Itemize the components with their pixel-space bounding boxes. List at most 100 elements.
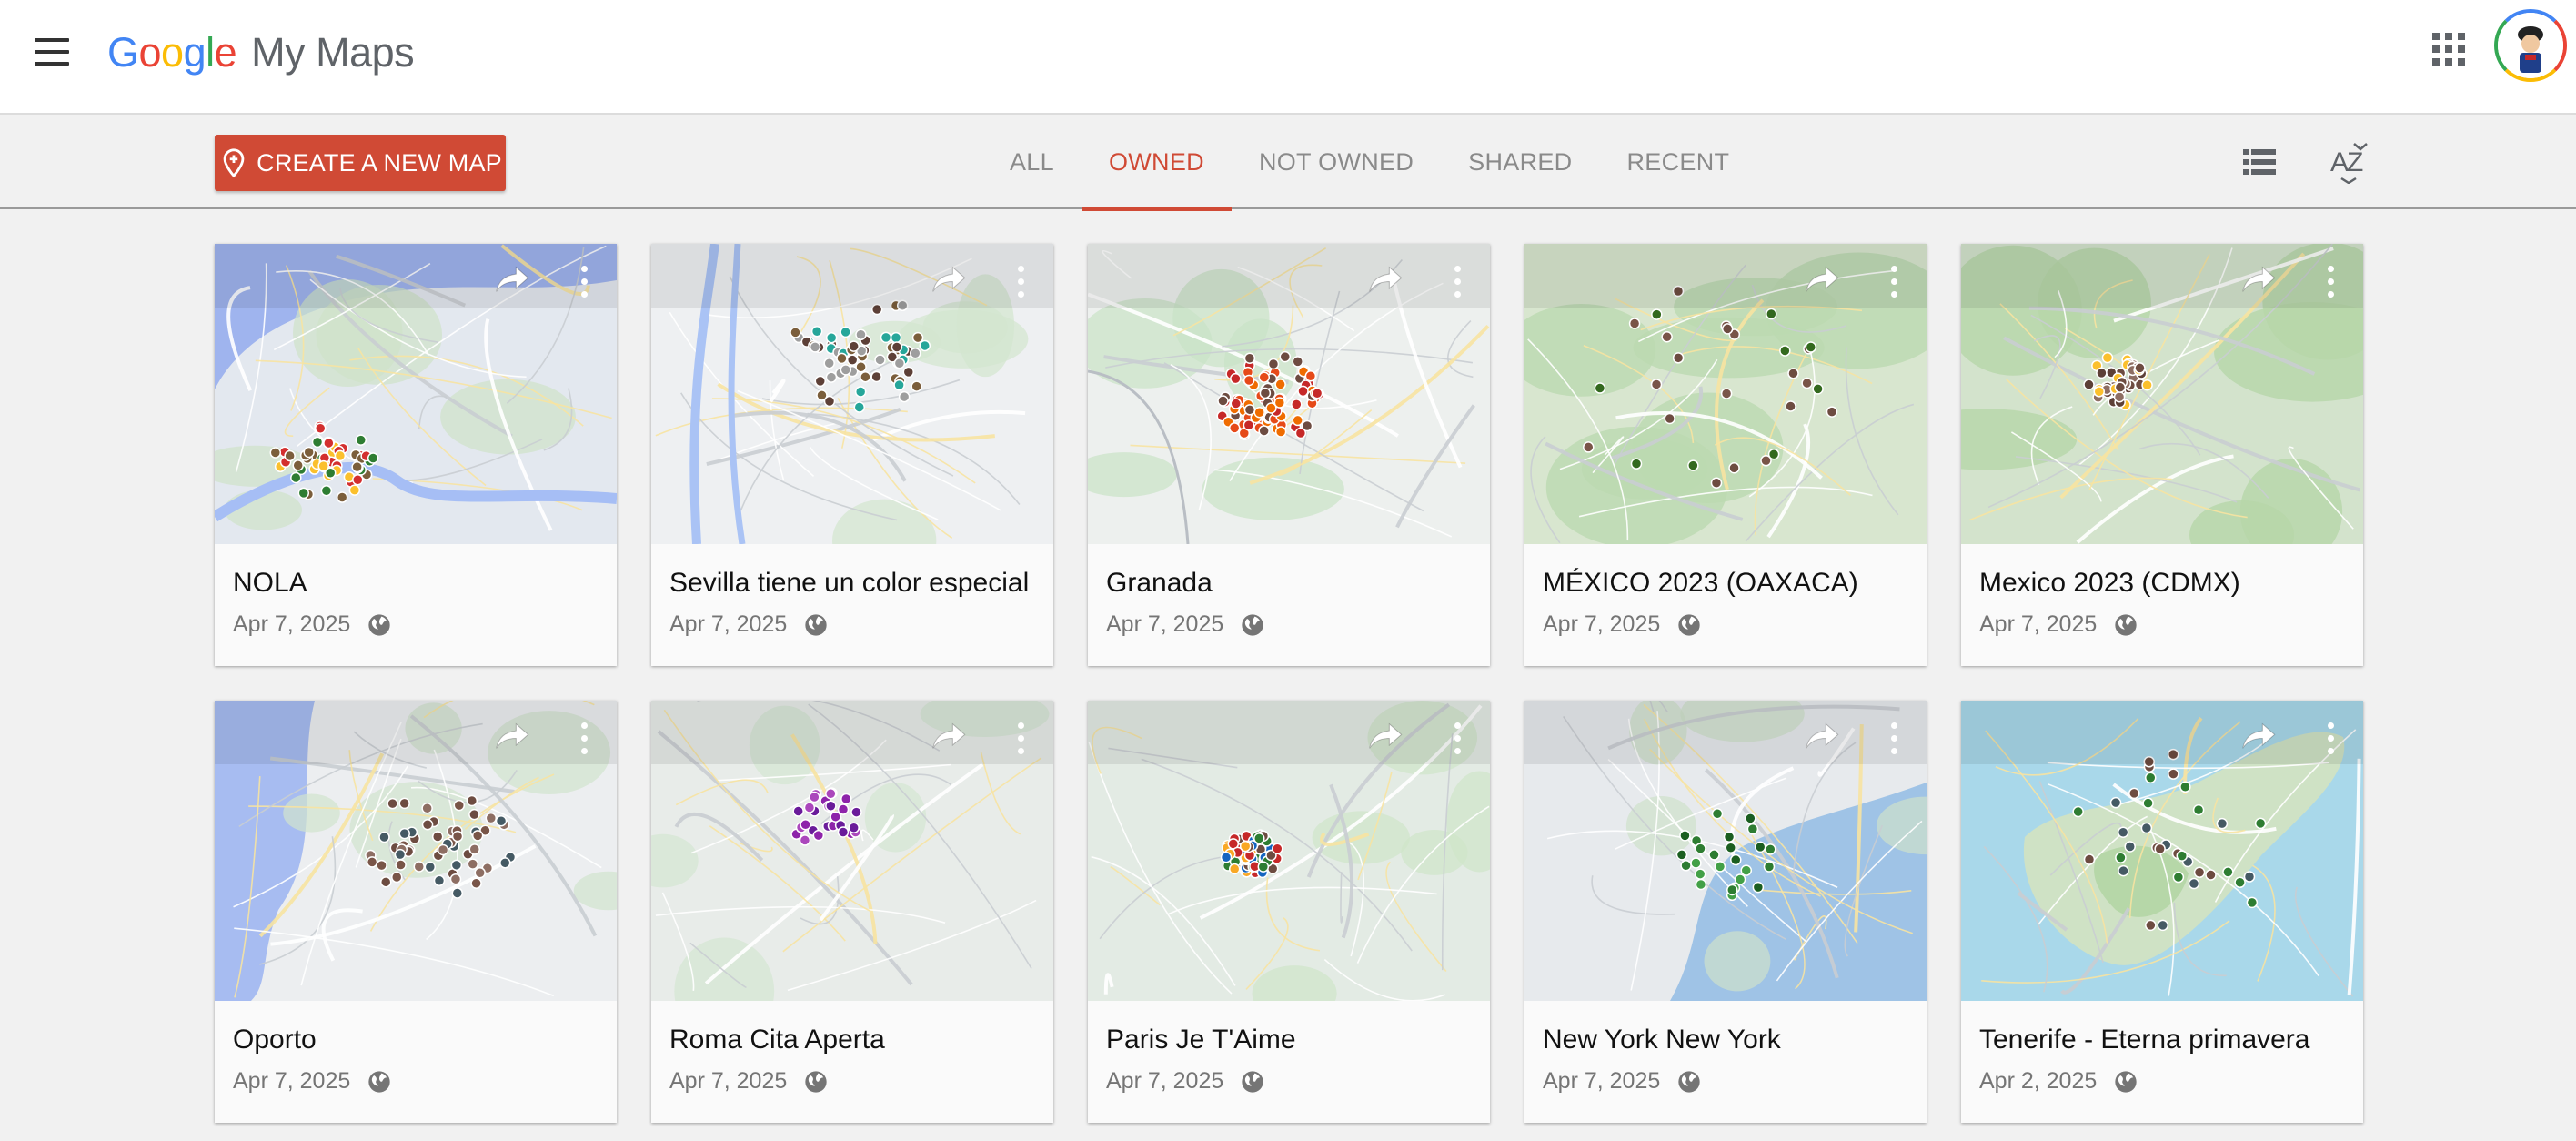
map-card[interactable]: NOLA Apr 7, 2025 [215, 244, 617, 666]
share-icon[interactable] [1805, 721, 1841, 756]
map-card[interactable]: Roma Cita Aperta Apr 7, 2025 [651, 701, 1053, 1123]
more-vert-icon[interactable] [579, 721, 589, 757]
map-date: Apr 7, 2025 [669, 611, 788, 637]
tab-label: OWNED [1108, 147, 1204, 176]
map-title: NOLA [233, 568, 307, 598]
map-date: Apr 7, 2025 [1543, 611, 1661, 637]
map-card[interactable]: Tenerife - Eterna primavera Apr 2, 2025 [1961, 701, 2363, 1123]
add-location-icon [223, 148, 245, 178]
google-my-maps-logo[interactable]: Google My Maps [107, 25, 415, 80]
more-vert-icon[interactable] [579, 264, 589, 300]
share-icon[interactable] [931, 721, 968, 756]
map-date: Apr 7, 2025 [1543, 1068, 1661, 1094]
more-vert-icon[interactable] [1452, 721, 1463, 757]
tab-owned[interactable]: OWNED [1081, 115, 1232, 211]
public-globe-icon [1242, 613, 1263, 636]
map-date: Apr 7, 2025 [1106, 1068, 1224, 1094]
list-view-icon[interactable] [2243, 147, 2276, 181]
map-thumbnail[interactable] [1524, 244, 1927, 544]
map-card[interactable]: Mexico 2023 (CDMX) Apr 7, 2025 [1961, 244, 2363, 666]
map-card[interactable]: MÉXICO 2023 (OAXACA) Apr 7, 2025 [1524, 244, 1927, 666]
public-globe-icon [805, 1070, 827, 1093]
tab-not-owned[interactable]: NOT OWNED [1232, 115, 1441, 209]
map-meta: Apr 7, 2025 [1543, 1068, 1702, 1095]
map-preview-image [1961, 244, 2363, 544]
map-thumbnail[interactable] [1961, 701, 2363, 1001]
map-thumbnail[interactable] [1088, 244, 1490, 544]
public-globe-icon [368, 1070, 390, 1093]
more-vert-icon[interactable] [2325, 264, 2336, 300]
map-thumbnail[interactable] [1088, 701, 1490, 1001]
create-new-map-label: CREATE A NEW MAP [257, 148, 502, 177]
tab-all[interactable]: ALL [982, 115, 1082, 209]
map-thumbnail[interactable] [651, 701, 1053, 1001]
share-icon[interactable] [495, 264, 531, 299]
map-meta: Apr 7, 2025 [233, 611, 392, 638]
map-title: New York New York [1543, 1025, 1781, 1055]
sort-az-icon[interactable]: AZ [2329, 142, 2369, 191]
map-title: Sevilla tiene un color especial [669, 568, 1030, 598]
more-vert-icon[interactable] [2325, 721, 2336, 757]
map-card[interactable]: Oporto Apr 7, 2025 [215, 701, 617, 1123]
map-card[interactable]: Sevilla tiene un color especial Apr 7, 2… [651, 244, 1053, 666]
more-vert-icon[interactable] [1015, 721, 1026, 757]
logo-letter: o [138, 29, 162, 76]
filter-tabs: ALL OWNED NOT OWNED SHARED RECENT [982, 115, 1756, 211]
logo-letter: G [107, 29, 139, 76]
map-card[interactable]: New York New York Apr 7, 2025 [1524, 701, 1927, 1123]
map-preview-image [1961, 701, 2363, 1001]
map-date: Apr 7, 2025 [1106, 611, 1224, 637]
more-vert-icon[interactable] [1452, 264, 1463, 300]
share-icon[interactable] [2241, 721, 2278, 756]
map-title: Paris Je T'Aime [1106, 1025, 1296, 1055]
map-preview-image [1524, 701, 1927, 1001]
map-meta: Apr 7, 2025 [1106, 1068, 1265, 1095]
map-date: Apr 7, 2025 [233, 611, 351, 637]
map-thumbnail[interactable] [651, 244, 1053, 544]
more-vert-icon[interactable] [1888, 721, 1899, 757]
share-icon[interactable] [2241, 264, 2278, 299]
tab-recent[interactable]: RECENT [1599, 115, 1756, 209]
map-preview-image [215, 701, 617, 1001]
map-preview-image [651, 701, 1053, 1001]
more-vert-icon[interactable] [1888, 264, 1899, 300]
map-title: Granada [1106, 568, 1213, 598]
svg-text:A: A [2330, 147, 2349, 177]
map-date: Apr 7, 2025 [669, 1068, 788, 1094]
map-date: Apr 7, 2025 [233, 1068, 351, 1094]
public-globe-icon [1678, 1070, 1700, 1093]
create-new-map-button[interactable]: CREATE A NEW MAP [215, 135, 506, 191]
map-thumbnail[interactable] [1524, 701, 1927, 1001]
apps-grid-icon[interactable] [2432, 33, 2465, 66]
share-icon[interactable] [1368, 721, 1404, 756]
map-meta: Apr 7, 2025 [669, 1068, 829, 1095]
product-name: My Maps [251, 29, 415, 76]
map-meta: Apr 7, 2025 [1979, 611, 2138, 638]
share-icon[interactable] [1805, 264, 1841, 299]
map-title: Tenerife - Eterna primavera [1979, 1025, 2310, 1055]
share-icon[interactable] [495, 721, 531, 756]
more-vert-icon[interactable] [1015, 264, 1026, 300]
map-meta: Apr 7, 2025 [233, 1068, 392, 1095]
share-icon[interactable] [1368, 264, 1404, 299]
map-thumbnail[interactable] [215, 701, 617, 1001]
logo-letter: g [183, 29, 206, 76]
account-avatar[interactable] [2494, 9, 2567, 82]
share-icon[interactable] [931, 264, 968, 299]
public-globe-icon [2115, 1070, 2137, 1093]
tab-label: RECENT [1626, 147, 1730, 176]
map-meta: Apr 7, 2025 [1106, 611, 1265, 638]
map-card[interactable]: Granada Apr 7, 2025 [1088, 244, 1490, 666]
map-card[interactable]: Paris Je T'Aime Apr 7, 2025 [1088, 701, 1490, 1123]
map-thumbnail[interactable] [215, 244, 617, 544]
logo-letter: l [206, 29, 215, 76]
public-globe-icon [1678, 613, 1700, 636]
map-meta: Apr 7, 2025 [669, 611, 829, 638]
tab-shared[interactable]: SHARED [1441, 115, 1599, 209]
map-thumbnail[interactable] [1961, 244, 2363, 544]
map-title: Oporto [233, 1025, 317, 1055]
public-globe-icon [2115, 613, 2137, 636]
map-card-grid: NOLA Apr 7, 2025 Sevilla tiene un color … [215, 244, 2363, 1123]
logo-letter: o [161, 29, 184, 76]
hamburger-menu-icon[interactable] [31, 36, 73, 67]
